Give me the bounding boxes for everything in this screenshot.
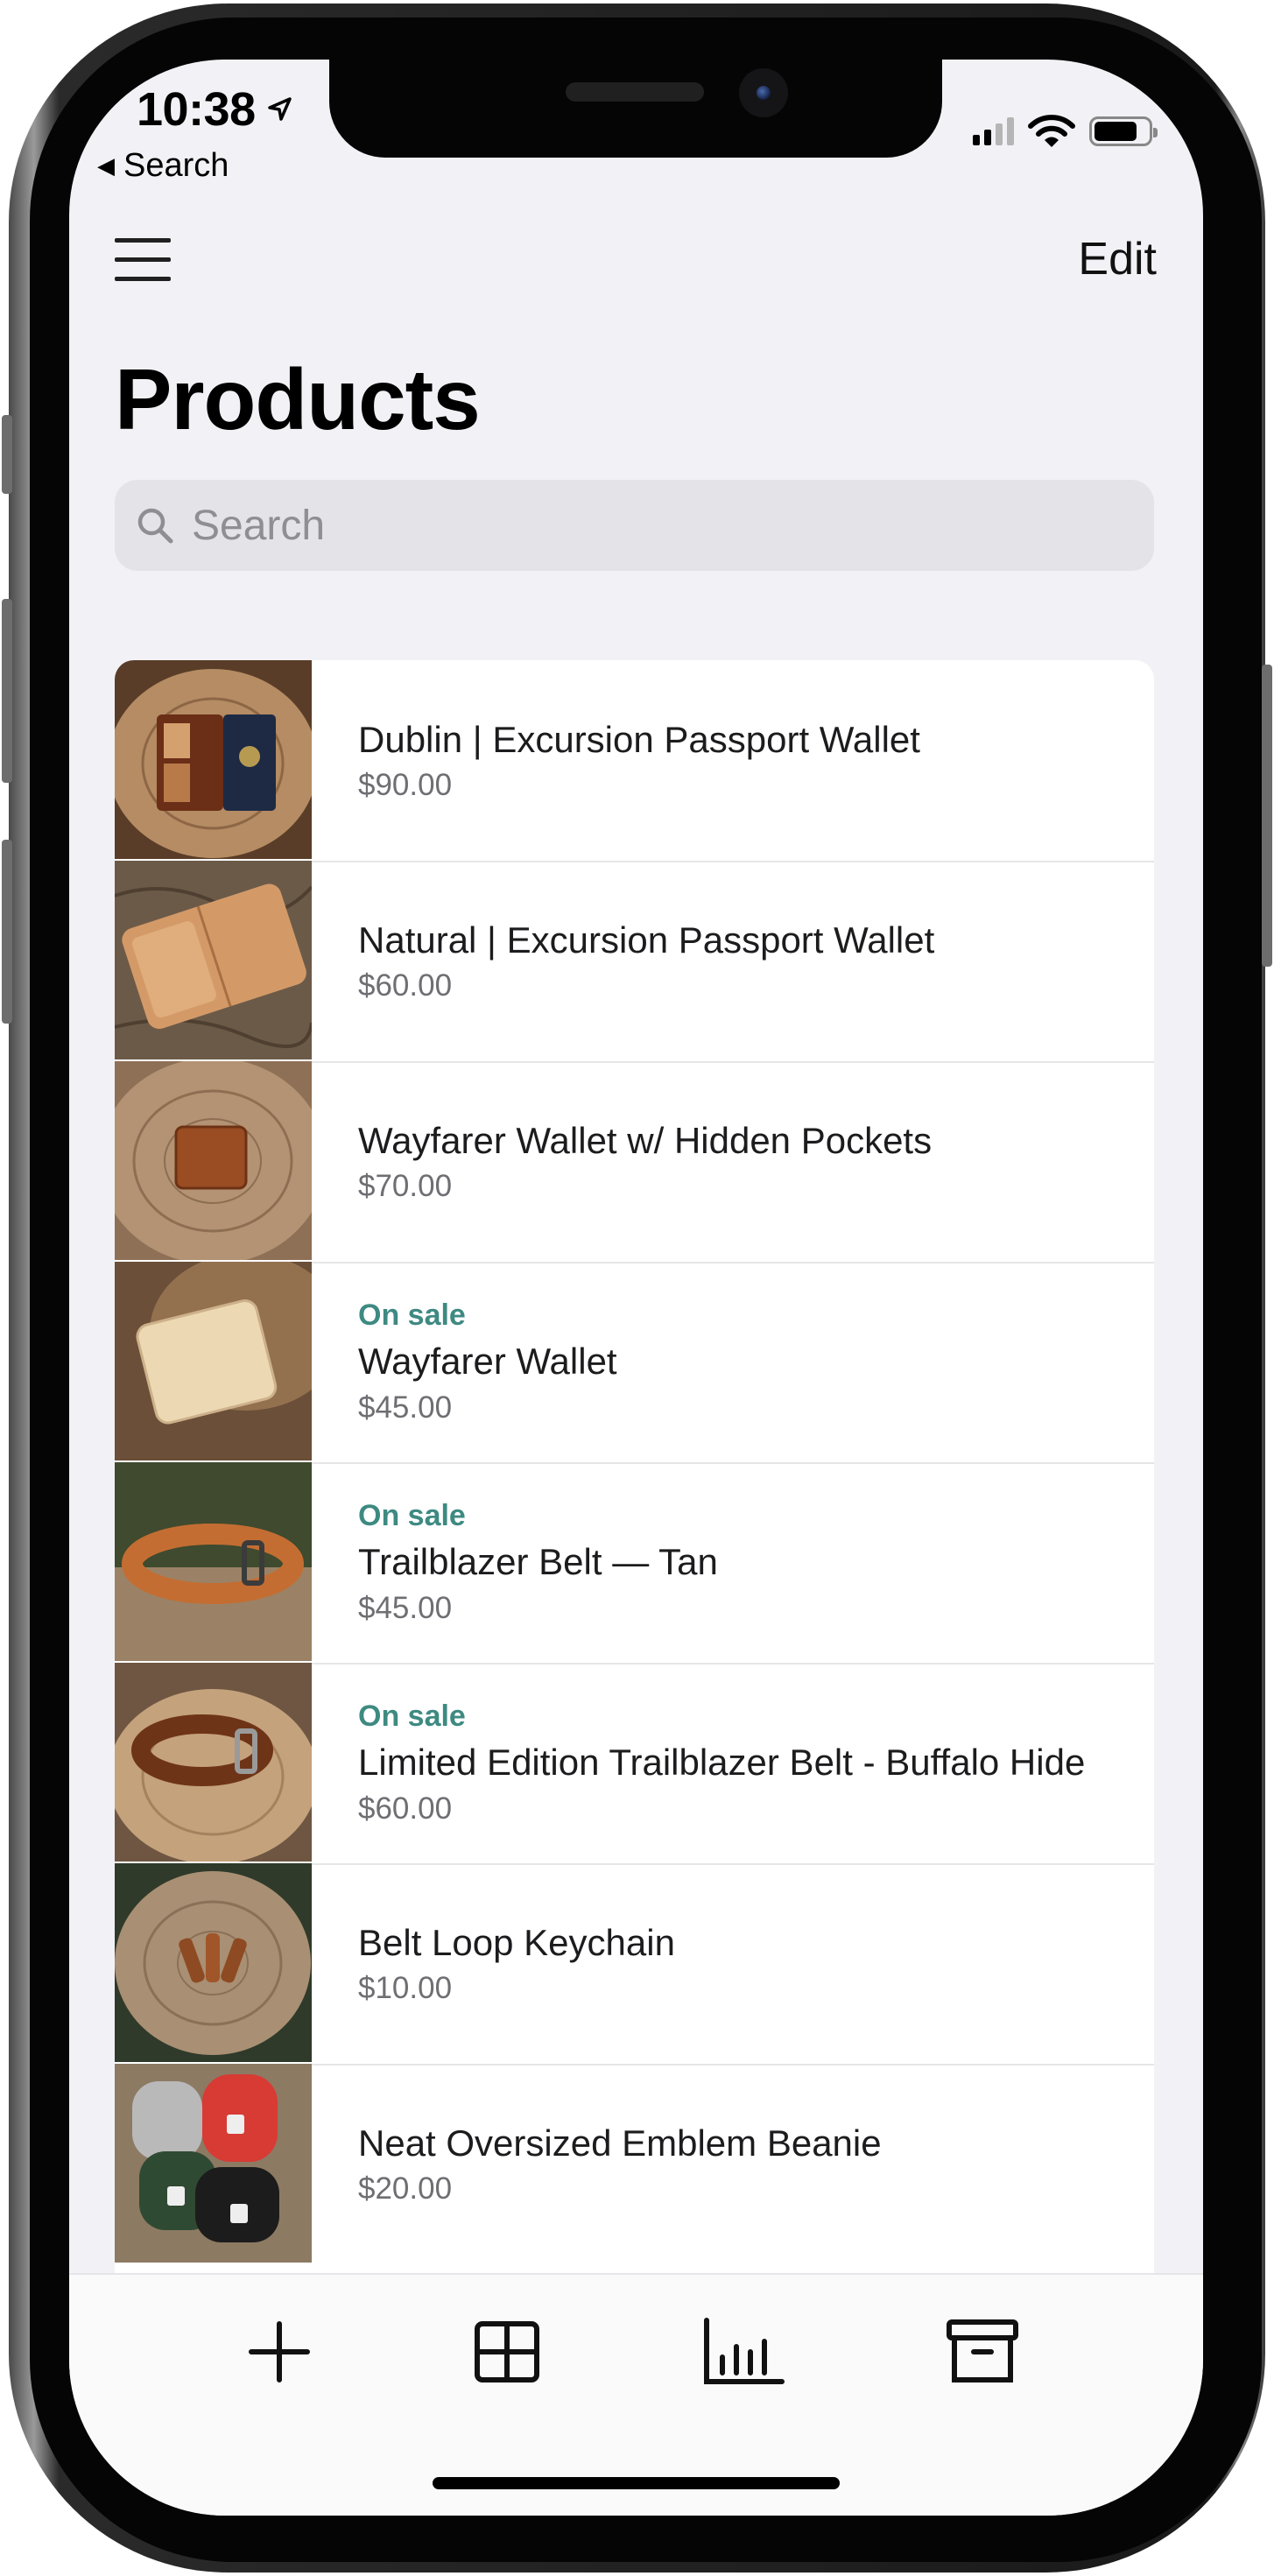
notch (329, 60, 942, 158)
tab-bar (69, 2273, 1203, 2516)
tab-analytics[interactable] (700, 2308, 787, 2396)
mute-switch (2, 415, 12, 494)
cellular-signal-icon (973, 117, 1014, 145)
page-title: Products (115, 351, 481, 447)
product-thumbnail (115, 1863, 312, 2062)
back-triangle-icon: ◀ (97, 152, 115, 179)
earpiece-speaker (566, 82, 704, 102)
status-time: 10:38 (137, 83, 256, 136)
product-row[interactable]: Neat Oversized Emblem Beanie $20.00 (115, 2064, 1154, 2264)
product-row[interactable]: Belt Loop Keychain $10.00 (115, 1863, 1154, 2064)
product-thumbnail (115, 2064, 312, 2263)
product-thumbnail (115, 1663, 312, 1862)
product-thumbnail (115, 1061, 312, 1260)
archive-box-icon (947, 2319, 1018, 2382)
product-row[interactable]: On sale Wayfarer Wallet $45.00 (115, 1262, 1154, 1462)
product-price: $90.00 (358, 768, 453, 803)
product-price: $45.00 (358, 1590, 453, 1625)
hamburger-menu-button[interactable] (113, 235, 172, 285)
product-list: Dublin | Excursion Passport Wallet $90.0… (115, 660, 1154, 2324)
back-label: Search (123, 147, 229, 184)
app-screen: 10:38 ◀ Search Edit Products Search Dubl… (69, 60, 1203, 2516)
search-bar[interactable] (115, 480, 1154, 571)
status-indicators (973, 114, 1158, 149)
home-indicator[interactable] (433, 2477, 840, 2489)
product-thumbnail (115, 1262, 312, 1460)
front-camera (739, 68, 788, 117)
on-sale-badge: On sale (358, 1700, 466, 1734)
product-name: Wayfarer Wallet w/ Hidden Pockets (358, 1119, 933, 1161)
product-row[interactable]: Natural | Excursion Passport Wallet $60.… (115, 861, 1154, 1061)
product-name: Neat Oversized Emblem Beanie (358, 2122, 882, 2164)
wifi-icon (1028, 115, 1075, 147)
bar-chart-icon (704, 2318, 785, 2384)
product-price: $70.00 (358, 1169, 453, 1204)
on-sale-badge: On sale (358, 1299, 466, 1333)
back-to-search-link[interactable]: ◀ Search (97, 147, 229, 185)
product-name: Wayfarer Wallet (358, 1341, 617, 1383)
plus-icon (249, 2321, 310, 2382)
location-arrow-icon (268, 97, 292, 121)
tab-archive[interactable] (939, 2308, 1026, 2396)
product-price: $10.00 (358, 1971, 453, 2006)
edit-button[interactable]: Edit (1078, 233, 1157, 285)
product-row[interactable]: On sale Limited Edition Trailblazer Belt… (115, 1663, 1154, 1863)
volume-up-button (2, 599, 12, 783)
product-price: $60.00 (358, 968, 453, 1003)
tab-add-product[interactable] (236, 2308, 323, 2396)
power-button (1262, 665, 1272, 967)
product-name: Natural | Excursion Passport Wallet (358, 918, 935, 961)
product-row[interactable]: Dublin | Excursion Passport Wallet $90.0… (115, 660, 1154, 861)
grid-icon (475, 2321, 539, 2382)
product-name: Belt Loop Keychain (358, 1921, 675, 1963)
product-name: Limited Edition Trailblazer Belt - Buffa… (358, 1742, 1086, 1784)
search-icon (137, 508, 173, 544)
product-row[interactable]: Wayfarer Wallet w/ Hidden Pockets $70.00 (115, 1061, 1154, 1262)
product-price: $45.00 (358, 1390, 453, 1425)
product-price: $60.00 (358, 1791, 453, 1826)
battery-icon (1089, 116, 1158, 146)
product-name: Trailblazer Belt — Tan (358, 1541, 718, 1583)
on-sale-badge: On sale (358, 1499, 466, 1533)
product-thumbnail (115, 1462, 312, 1661)
product-thumbnail (115, 660, 312, 859)
product-price: $20.00 (358, 2171, 453, 2206)
product-name: Dublin | Excursion Passport Wallet (358, 718, 920, 760)
search-input[interactable] (190, 500, 982, 551)
product-row[interactable]: On sale Trailblazer Belt — Tan $45.00 (115, 1462, 1154, 1663)
product-thumbnail (115, 861, 312, 1059)
tab-catalog[interactable] (463, 2308, 551, 2396)
volume-down-button (2, 840, 12, 1024)
